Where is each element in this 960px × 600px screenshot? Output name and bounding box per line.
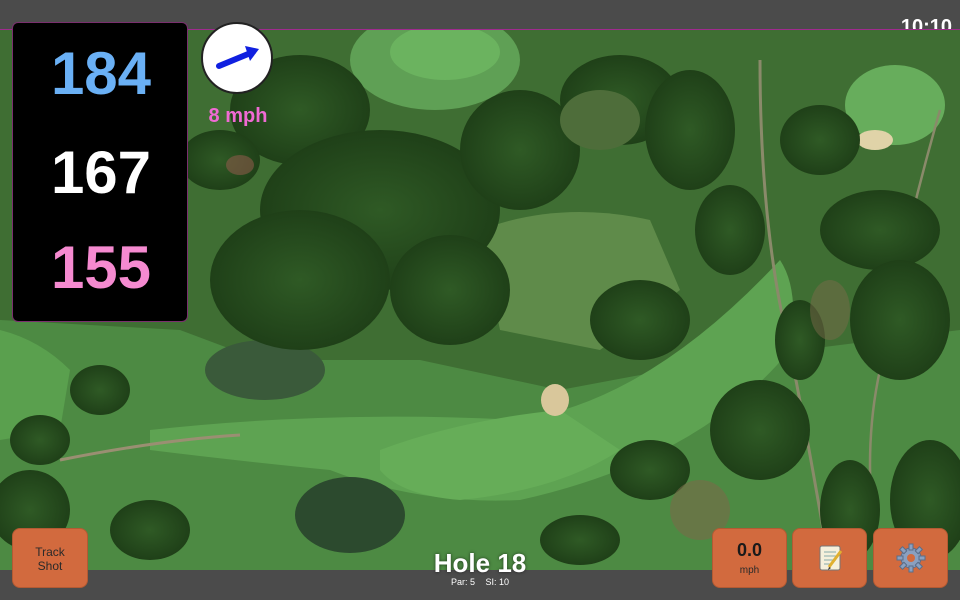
track-shot-label-line1: Track — [35, 545, 65, 559]
track-shot-button[interactable]: Track Shot — [12, 528, 88, 588]
track-shot-label-line2: Shot — [37, 559, 63, 573]
wind-speed: 8 mph — [208, 105, 268, 127]
wind-direction-dial — [201, 22, 273, 94]
distance-front-of-green: 155 — [50, 234, 152, 301]
track-shot-label: Track Shot — [13, 545, 87, 573]
gear-icon — [896, 543, 925, 573]
wind-arrow-icon — [216, 46, 259, 69]
settings-button[interactable] — [873, 528, 948, 588]
hole-stroke-index: SI: 10 — [485, 577, 510, 587]
speed-button[interactable]: 0.0 mph — [712, 528, 787, 588]
notepad-icon — [819, 545, 842, 571]
hole-par: Par: 5 — [450, 577, 475, 587]
speed-value: 0.0 — [736, 540, 763, 560]
scorecard-notes-button[interactable] — [792, 528, 867, 588]
distance-middle-of-green: 167 — [50, 139, 152, 206]
hole-meta: Par: 5 SI: 10 — [380, 577, 580, 588]
speed-unit: mph — [739, 565, 760, 576]
golf-gps-screen: 10:10 184 167 155 8 mph Track Shot Hole … — [0, 0, 960, 600]
distance-back-of-green: 184 — [50, 40, 152, 107]
distance-panel: 184 167 155 — [12, 22, 188, 322]
hole-title: Hole 18 — [433, 548, 527, 578]
